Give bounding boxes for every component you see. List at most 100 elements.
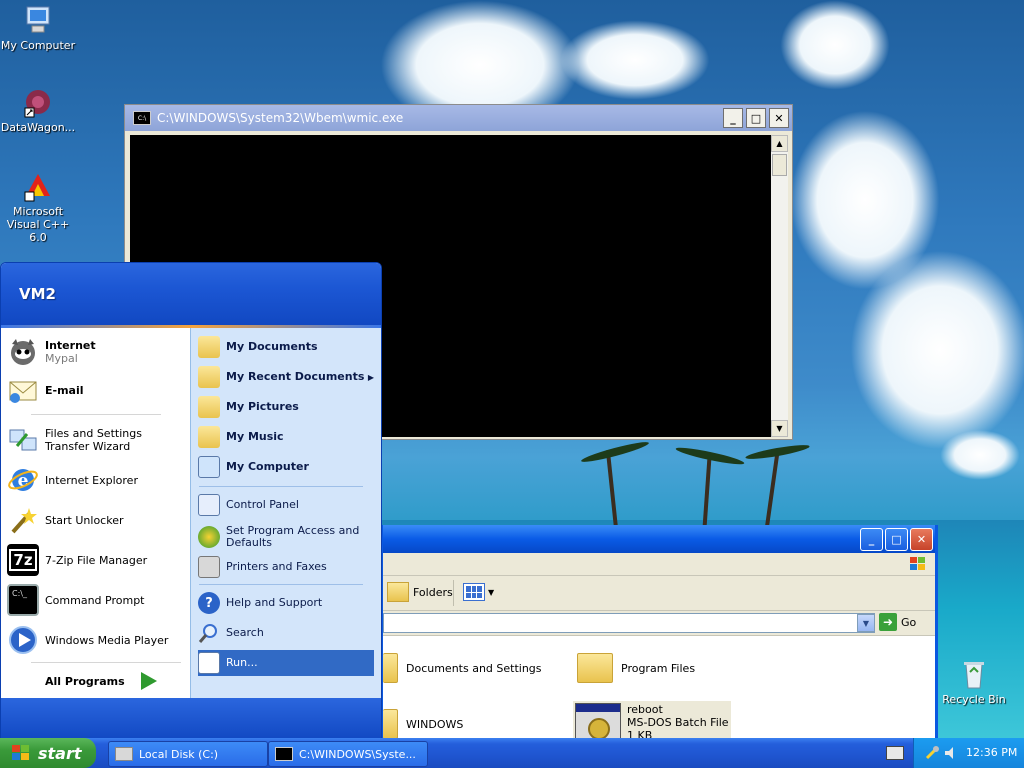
taskbar-button[interactable]: C:\WINDOWS\Syste...: [268, 741, 428, 767]
clock[interactable]: 12:36 PM: [966, 746, 1017, 759]
transfer-wizard-icon: [7, 424, 39, 456]
program-label: Files and Settings Transfer Wizard: [45, 427, 142, 453]
toolbar-separator: [453, 580, 454, 606]
desktop-icon-datawagon[interactable]: DataWagon...: [0, 86, 76, 134]
taskbar: start Local Disk (C:) C:\WINDOWS\Syste..…: [0, 738, 1024, 768]
places-my-computer[interactable]: My Computer: [198, 454, 374, 480]
views-button[interactable]: ▼: [463, 583, 494, 601]
places-label: My Documents: [226, 340, 318, 353]
minimize-button[interactable]: _: [723, 108, 743, 128]
desktop-icon-visual-cpp[interactable]: Microsoft Visual C++ 6.0: [0, 170, 76, 244]
email-icon: [7, 374, 39, 406]
recycle-bin-icon: [958, 658, 990, 690]
folder-icon: [577, 653, 613, 683]
pinned-internet[interactable]: Internet Mypal: [7, 336, 187, 368]
keyboard-icon[interactable]: [886, 746, 904, 760]
file-type: MS-DOS Batch File: [627, 716, 729, 729]
places-my-music[interactable]: My Music: [198, 424, 374, 450]
submenu-arrow-icon: ▶: [367, 372, 374, 382]
explorer-title-bar[interactable]: _ □ ✕: [383, 525, 935, 553]
scroll-up-icon[interactable]: ▲: [771, 135, 788, 152]
start-menu-programs: Internet Mypal E-mail Files and Settings …: [1, 328, 190, 698]
all-programs-label: All Programs: [45, 674, 125, 688]
go-button[interactable]: ➜ Go: [879, 613, 916, 631]
cloud: [940, 430, 1020, 480]
tools-label: Help and Support: [226, 596, 323, 609]
pinned-email[interactable]: E-mail: [7, 374, 187, 406]
recent-program[interactable]: C:\_ Command Prompt: [7, 584, 187, 616]
taskbar-button[interactable]: Local Disk (C:): [108, 741, 268, 767]
folders-label: Folders: [413, 585, 453, 599]
system-tray: 12:36 PM: [913, 738, 1024, 768]
address-dropdown-icon[interactable]: ▼: [857, 614, 875, 632]
explorer-menu-bar: [383, 553, 935, 576]
windows-logo-icon: [10, 743, 32, 763]
recent-documents-icon: [198, 366, 220, 388]
search-icon: [198, 622, 220, 644]
tools-search[interactable]: Search: [198, 620, 374, 646]
my-music-icon: [198, 426, 220, 448]
palm-tree: [605, 450, 619, 530]
views-icon: [463, 583, 485, 601]
close-button[interactable]: ✕: [769, 108, 789, 128]
my-pictures-icon: [198, 396, 220, 418]
places-label: My Music: [226, 430, 284, 443]
desktop-icon-recycle-bin[interactable]: Recycle Bin: [936, 658, 1012, 706]
console-title-bar[interactable]: C:\ C:\WINDOWS\System32\Wbem\wmic.exe _ …: [125, 105, 792, 131]
maximize-button[interactable]: □: [746, 108, 766, 128]
system-printers-faxes[interactable]: Printers and Faxes: [198, 554, 374, 580]
start-menu-places: My Documents My Recent Documents ▶ My Pi…: [190, 328, 381, 698]
folders-button[interactable]: Folders: [387, 582, 453, 602]
start-button[interactable]: start: [0, 738, 96, 768]
file-size: 1 KB: [627, 729, 653, 738]
scroll-thumb[interactable]: [772, 154, 787, 176]
go-label: Go: [901, 615, 917, 629]
file-name: reboot: [627, 703, 663, 716]
cloud: [780, 0, 890, 90]
recent-program[interactable]: Files and Settings Transfer Wizard: [7, 424, 187, 456]
tools-help-support[interactable]: ? Help and Support: [198, 590, 374, 616]
all-programs-button[interactable]: All Programs: [45, 670, 159, 692]
batch-file-icon: [575, 703, 621, 738]
cloud: [850, 250, 1024, 450]
places-my-pictures[interactable]: My Pictures: [198, 394, 374, 420]
recent-program[interactable]: 7z 7-Zip File Manager: [7, 544, 187, 576]
volume-icon[interactable]: [944, 745, 958, 761]
close-button[interactable]: ✕: [910, 527, 933, 551]
recent-program[interactable]: e Internet Explorer: [7, 464, 187, 496]
separator: [199, 486, 363, 487]
program-label: Internet Explorer: [45, 473, 138, 487]
file-name: WINDOWS: [406, 717, 464, 731]
visual-cpp-icon: [22, 170, 54, 202]
address-input[interactable]: [383, 613, 875, 633]
recent-program[interactable]: Windows Media Player: [7, 624, 187, 656]
explorer-address-bar: ▼ ➜ Go: [383, 611, 935, 636]
tray-wrench-icon[interactable]: [924, 745, 940, 761]
places-my-recent-documents[interactable]: My Recent Documents ▶: [198, 364, 374, 390]
file-item[interactable]: reboot MS-DOS Batch File 1 KB: [573, 701, 731, 738]
system-program-access[interactable]: Set Program Access and Defaults: [198, 522, 374, 552]
console-title: C:\WINDOWS\System32\Wbem\wmic.exe: [157, 111, 404, 125]
scroll-down-icon[interactable]: ▼: [771, 420, 788, 437]
file-item[interactable]: Program Files: [577, 653, 695, 683]
recent-program[interactable]: Start Unlocker: [7, 504, 187, 536]
file-name: Program Files: [621, 661, 696, 675]
tools-run[interactable]: Run...: [198, 650, 374, 676]
separator: [31, 414, 161, 415]
places-my-documents[interactable]: My Documents: [198, 334, 374, 360]
file-item[interactable]: Documents and Settings: [383, 653, 542, 683]
program-label: Command Prompt: [45, 593, 145, 607]
minimize-button[interactable]: _: [860, 527, 883, 551]
my-computer-icon: [198, 456, 220, 478]
file-name: Documents and Settings: [406, 661, 542, 675]
green-arrow-icon: [137, 670, 159, 692]
maximize-button[interactable]: □: [885, 527, 908, 551]
file-item[interactable]: WINDOWS: [383, 709, 463, 738]
desktop-icon-my-computer[interactable]: My Computer: [0, 4, 76, 52]
system-control-panel[interactable]: Control Panel: [198, 492, 374, 518]
program-label: Start Unlocker: [45, 513, 124, 527]
mypal-icon: [7, 336, 39, 368]
console-scrollbar[interactable]: ▲ ▼: [771, 135, 788, 437]
help-icon: ?: [198, 592, 220, 614]
system-label: Set Program Access and Defaults: [226, 524, 360, 549]
